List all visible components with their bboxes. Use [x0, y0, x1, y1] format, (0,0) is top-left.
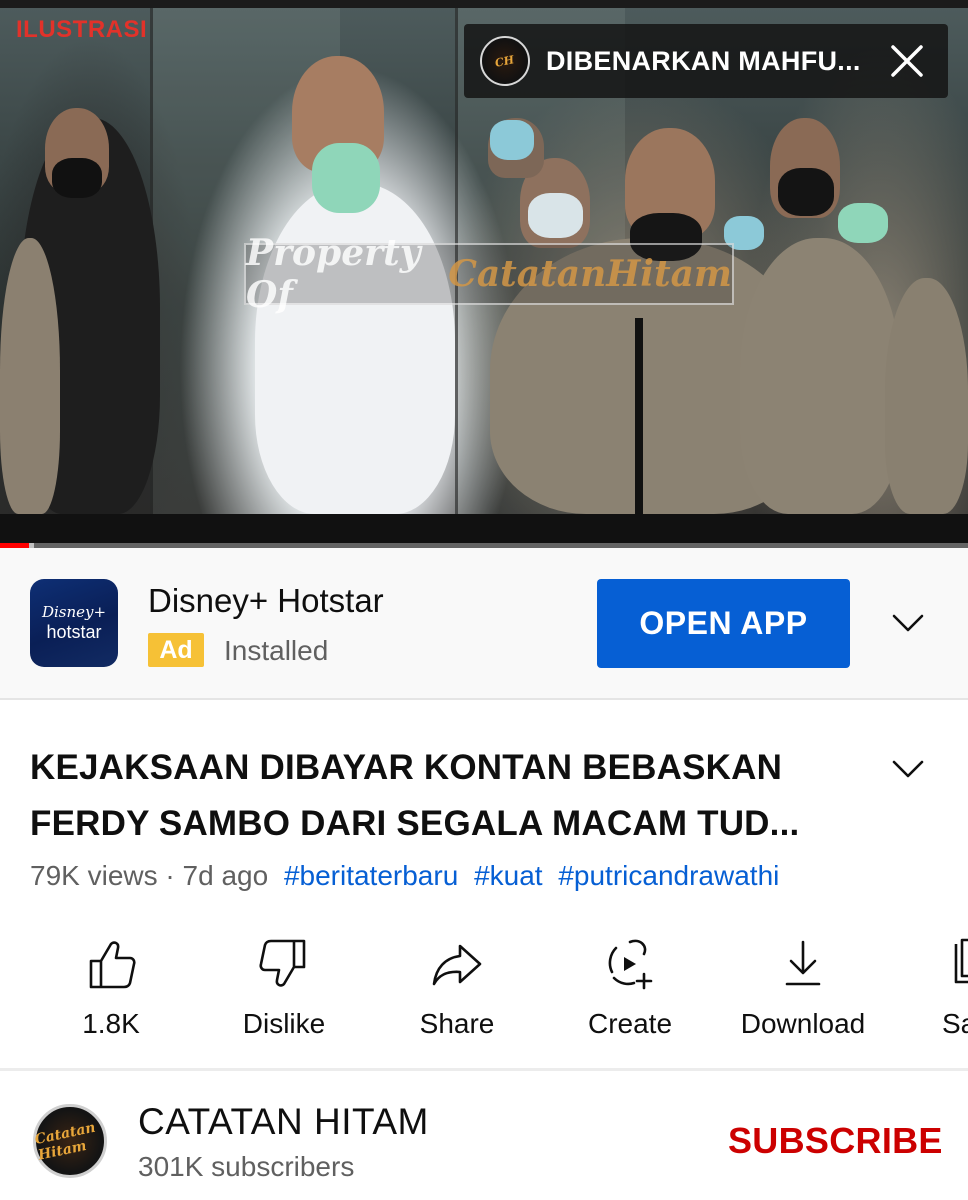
download-button[interactable]: Download — [733, 930, 873, 1050]
chevron-down-icon[interactable] — [884, 606, 932, 640]
save-label: Sa — [942, 1008, 968, 1039]
microphone-stand — [635, 318, 643, 514]
hashtag-link[interactable]: #putricandrawathi — [558, 860, 779, 891]
app-icon-line2: hotstar — [46, 622, 102, 642]
hashtag-link[interactable]: #kuat — [474, 860, 543, 891]
face-mask — [490, 120, 534, 160]
person-silhouette — [885, 278, 968, 514]
channel-logo-icon: CH — [480, 36, 530, 86]
share-button[interactable]: Share — [402, 930, 512, 1050]
meta-separator: · — [165, 860, 175, 891]
download-label: Download — [740, 1008, 866, 1039]
recommended-video-card[interactable]: CH DIBENARKAN MAHFU... — [464, 24, 948, 98]
chevron-down-icon[interactable] — [884, 752, 932, 786]
video-meta[interactable]: 79K views · 7d ago #beritaterbaru #kuat … — [30, 860, 779, 892]
video-player[interactable]: ILUSTRASI Property Of CatatanHitam CH DI… — [0, 0, 968, 548]
person-silhouette — [0, 238, 60, 514]
face-mask — [838, 203, 888, 243]
ad-app-name: Disney+ Hotstar — [148, 582, 384, 619]
video-title[interactable]: KEJAKSAAN DIBAYAR KONTAN BEBASKAN FERDY … — [30, 740, 870, 852]
thumbs-up-icon — [89, 941, 136, 989]
app-icon-line1: Disney+ — [41, 603, 107, 621]
person-silhouette — [740, 238, 900, 514]
dislike-button[interactable]: Dislike — [224, 930, 344, 1050]
thumbs-down-icon — [259, 939, 306, 987]
hashtag-link[interactable]: #beritaterbaru — [284, 860, 458, 891]
watermark: Property Of CatatanHitam — [244, 232, 734, 316]
download-icon — [785, 940, 821, 986]
share-label: Share — [419, 1008, 495, 1039]
like-button[interactable]: 1.8K — [61, 930, 161, 1050]
open-app-button[interactable]: OPEN APP — [597, 579, 850, 668]
face-mask — [52, 158, 102, 198]
channel-avatar-text: Catatan Hitam — [33, 1119, 97, 1164]
face-mask — [312, 143, 380, 213]
watermark-text: Property Of — [246, 232, 421, 316]
face-mask — [528, 193, 583, 238]
ad-status: Installed — [224, 635, 329, 666]
view-count: 79K views — [30, 860, 158, 891]
save-icon — [954, 938, 968, 984]
create-label: Create — [587, 1008, 673, 1039]
illustration-label: ILUSTRASI — [16, 16, 148, 43]
channel-avatar[interactable]: Catatan Hitam — [33, 1104, 107, 1178]
app-icon[interactable]: Disney+ hotstar — [30, 579, 118, 667]
share-icon — [432, 944, 482, 986]
face-mask — [778, 168, 834, 216]
close-icon[interactable] — [884, 38, 930, 84]
watermark-text-brand: CatatanHitam — [448, 253, 732, 295]
channel-name[interactable]: CATATAN HITAM — [138, 1101, 429, 1143]
ad-badge: Ad — [148, 633, 204, 667]
dislike-label: Dislike — [242, 1008, 326, 1039]
subscribe-button[interactable]: SUBSCRIBE — [728, 1120, 943, 1162]
action-bar: 1.8K Dislike Share Create Download Sa — [0, 930, 968, 1050]
subscriber-count: 301K subscribers — [138, 1151, 355, 1182]
create-icon — [608, 939, 653, 990]
create-button[interactable]: Create — [575, 930, 685, 1050]
section-divider — [0, 1068, 968, 1071]
save-button[interactable]: Sa — [938, 930, 968, 1050]
recommended-video-title: DIBENARKAN MAHFU... — [546, 45, 861, 76]
like-count: 1.8K — [82, 1008, 140, 1039]
upload-age: 7d ago — [182, 860, 269, 891]
ad-banner[interactable]: Disney+ hotstar Disney+ Hotstar Ad Insta… — [0, 548, 968, 700]
